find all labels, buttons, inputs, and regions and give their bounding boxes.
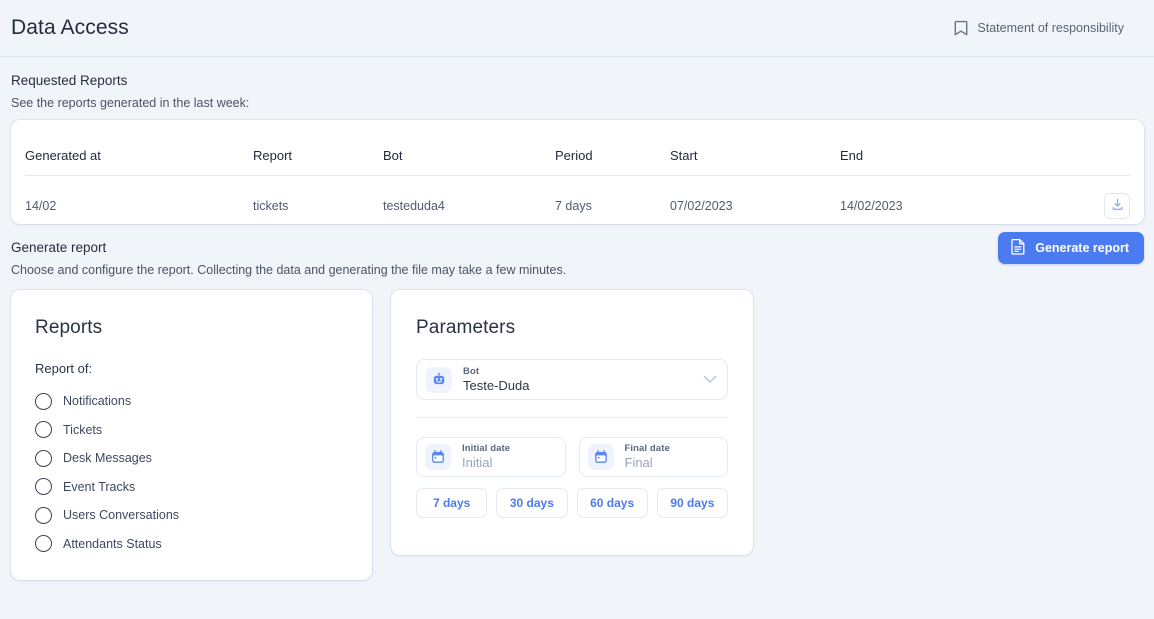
bot-select-texts: Bot Teste-Duda: [463, 366, 703, 394]
radio-circle-icon: [35, 421, 52, 439]
reports-card-heading: Reports: [35, 317, 103, 338]
quick-range-7-days[interactable]: 7 days: [416, 488, 488, 518]
radio-option-tickets[interactable]: Tickets: [35, 416, 348, 445]
final-date-field[interactable]: Final date Final: [578, 437, 728, 477]
bot-select-label: Bot: [463, 365, 480, 377]
parameters-divider: [416, 417, 728, 418]
page-header: Data Access Statement of responsibility: [0, 0, 1154, 57]
radio-circle-icon: [35, 392, 52, 410]
cell-actions: [1070, 176, 1130, 237]
column-header-report: Report: [253, 120, 383, 176]
download-report-button[interactable]: [1104, 193, 1130, 219]
final-date-texts: Final date Final: [625, 443, 720, 471]
calendar-icon: [425, 444, 451, 470]
radio-option-label: Desk Messages: [63, 451, 152, 466]
requested-reports-table: Generated at Report Bot Period Start End…: [25, 120, 1130, 236]
column-header-bot: Bot: [383, 120, 555, 176]
generate-report-button-label: Generate report: [1035, 241, 1129, 255]
final-date-label: Final date: [624, 443, 670, 455]
column-header-generated-at: Generated at: [25, 120, 253, 176]
bot-select-value: Teste-Duda: [463, 377, 530, 393]
radio-option-users-conversations[interactable]: Users Conversations: [35, 501, 348, 530]
initial-date-label: Initial date: [462, 443, 511, 455]
column-header-period: Period: [555, 120, 670, 176]
radio-option-attendants-status[interactable]: Attendants Status: [35, 530, 348, 559]
initial-date-texts: Initial date Initial: [462, 443, 557, 471]
calendar-icon: [587, 444, 614, 470]
radio-option-label: Users Conversations: [63, 508, 180, 523]
initial-date-field[interactable]: Initial date Initial: [416, 437, 566, 477]
chevron-down-icon: [703, 371, 717, 389]
final-date-placeholder: Final: [624, 455, 653, 471]
cell-generated-at: 14/02: [25, 199, 57, 213]
requested-reports-title: Requested Reports: [11, 73, 128, 88]
statement-of-responsibility-link[interactable]: Statement of responsibility: [954, 20, 1144, 37]
bookmark-icon: [954, 20, 968, 37]
radio-circle-icon: [35, 535, 52, 553]
robot-icon: [426, 366, 452, 393]
report-type-radio-group: Notifications Tickets Desk Messages Even…: [35, 387, 348, 558]
parameters-card: Parameters Bot Teste-Duda Initial date I…: [391, 290, 753, 555]
generate-report-subtitle: Choose and configure the report. Collect…: [11, 263, 567, 277]
download-icon: [1111, 198, 1124, 214]
page-title: Data Access: [11, 16, 129, 39]
cell-bot: testeduda4: [383, 199, 445, 213]
radio-option-desk-messages[interactable]: Desk Messages: [35, 444, 348, 473]
quick-range-buttons: 7 days 30 days 60 days 90 days: [416, 488, 728, 518]
generate-report-button[interactable]: Generate report: [998, 232, 1144, 264]
document-icon: [1011, 238, 1026, 258]
column-header-actions: [1070, 120, 1130, 176]
radio-option-label: Event Tracks: [63, 479, 136, 494]
column-header-end: End: [840, 120, 1070, 176]
column-header-start: Start: [670, 120, 840, 176]
requested-reports-section: Requested Reports See the reports genera…: [0, 73, 1154, 110]
parameters-card-heading: Parameters: [416, 317, 516, 338]
requested-reports-subtitle: See the reports generated in the last we…: [11, 96, 250, 110]
cell-period: 7 days: [555, 199, 592, 213]
initial-date-placeholder: Initial: [462, 455, 493, 471]
generate-report-title: Generate report: [11, 240, 107, 255]
table-body: 14/02 tickets testeduda4 7 days 07/02/20…: [25, 176, 1130, 237]
table-header: Generated at Report Bot Period Start End: [25, 120, 1130, 176]
reports-card: Reports Report of: Notifications Tickets…: [11, 290, 372, 580]
radio-circle-icon: [35, 478, 52, 496]
radio-option-label: Tickets: [63, 422, 103, 437]
radio-option-label: Attendants Status: [63, 536, 162, 551]
cell-report: tickets: [253, 199, 289, 213]
cell-end: 14/02/2023: [840, 199, 903, 213]
configuration-area: Reports Report of: Notifications Tickets…: [0, 290, 1154, 580]
radio-option-event-tracks[interactable]: Event Tracks: [35, 473, 348, 502]
date-range-row: Initial date Initial Final date Final: [416, 437, 728, 477]
bot-select[interactable]: Bot Teste-Duda: [416, 359, 728, 400]
radio-circle-icon: [35, 506, 52, 524]
statement-of-responsibility-label: Statement of responsibility: [977, 21, 1124, 35]
cell-start: 07/02/2023: [670, 199, 733, 213]
requested-reports-table-card: Generated at Report Bot Period Start End…: [11, 120, 1144, 224]
table-row: 14/02 tickets testeduda4 7 days 07/02/20…: [25, 176, 1130, 237]
report-of-label: Report of:: [35, 361, 93, 376]
radio-circle-icon: [35, 449, 52, 467]
radio-option-notifications[interactable]: Notifications: [35, 387, 348, 416]
table-header-row: Generated at Report Bot Period Start End: [25, 120, 1130, 176]
quick-range-90-days[interactable]: 90 days: [656, 488, 728, 518]
radio-option-label: Notifications: [63, 394, 132, 409]
quick-range-30-days[interactable]: 30 days: [496, 488, 568, 518]
quick-range-60-days[interactable]: 60 days: [576, 488, 648, 518]
